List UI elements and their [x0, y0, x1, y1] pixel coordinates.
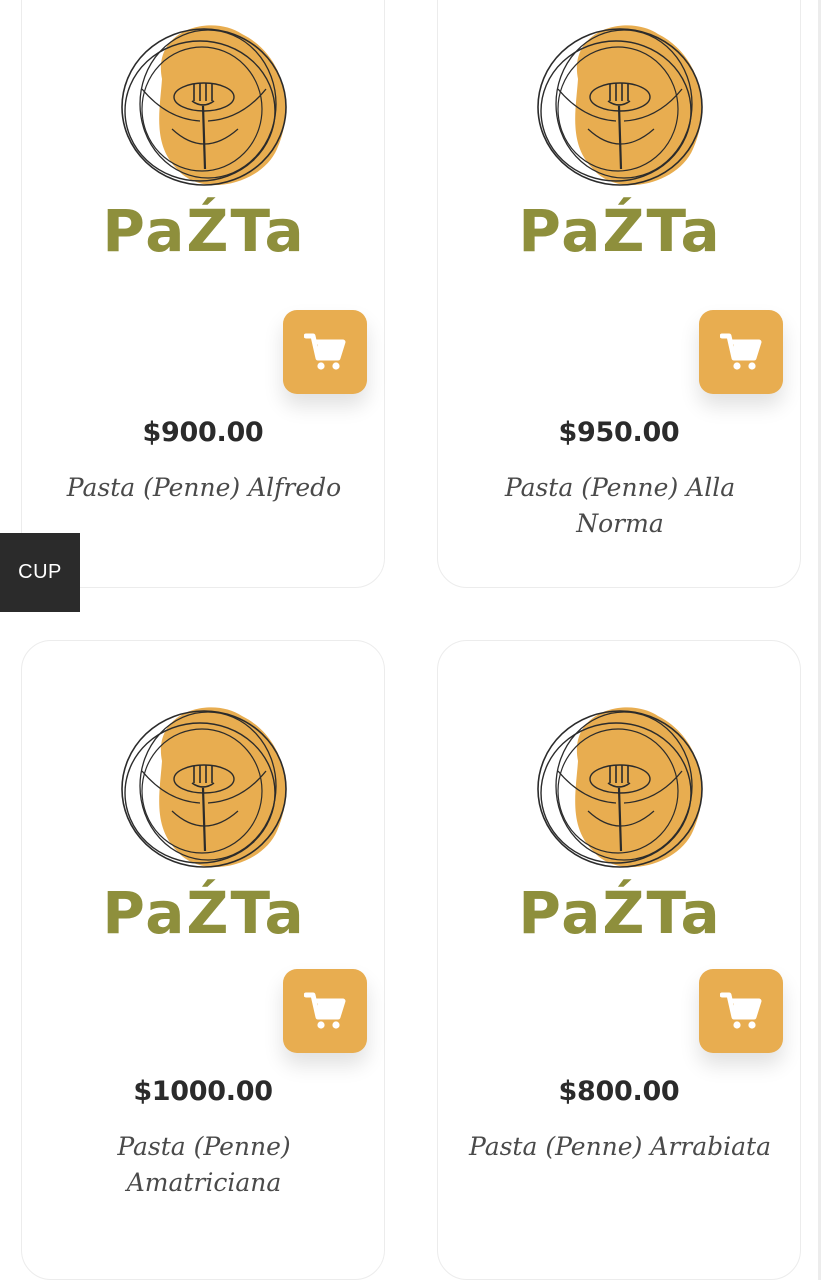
shopping-cart-icon	[720, 333, 762, 370]
product-name[interactable]: Pasta (Penne) Arrabiata	[468, 1129, 772, 1165]
product-name[interactable]: Pasta (Penne) Alfredo	[52, 470, 356, 506]
pazta-logo-image: PaŹTa	[102, 707, 305, 947]
shopping-cart-icon	[720, 992, 762, 1029]
product-price: $800.00	[558, 1076, 680, 1107]
shopping-cart-icon	[304, 992, 346, 1029]
svg-text:PaŹTa: PaŹTa	[518, 196, 721, 265]
add-to-cart-button[interactable]	[699, 310, 783, 394]
product-card[interactable]: PaŹTa $950.00 Pasta (Penne) Alla Norma	[437, 0, 801, 588]
shopping-cart-icon	[304, 333, 346, 370]
cup-floating-tab[interactable]: CUP	[0, 533, 80, 612]
product-price: $950.00	[558, 417, 680, 448]
product-name[interactable]: Pasta (Penne) Alla Norma	[468, 470, 772, 542]
svg-text:PaŹTa: PaŹTa	[102, 196, 305, 265]
product-price: $900.00	[142, 417, 264, 448]
product-name[interactable]: Pasta (Penne) Amatriciana	[52, 1129, 356, 1201]
product-card[interactable]: PaŹTa $800.00 Pasta (Penne) Arrabiata	[437, 640, 801, 1280]
add-to-cart-button[interactable]	[699, 969, 783, 1053]
product-card[interactable]: PaŹTa $900.00 Pasta (Penne) Alfredo	[21, 0, 385, 588]
svg-text:PaŹTa: PaŹTa	[518, 878, 721, 947]
product-price: $1000.00	[133, 1076, 273, 1107]
svg-text:PaŹTa: PaŹTa	[102, 878, 305, 947]
product-grid-page: PaŹTa $900.00 Pasta (Penne) Alfredo PaZ…	[0, 0, 821, 1280]
add-to-cart-button[interactable]	[283, 310, 367, 394]
pazta-logo-image: PaŹTa	[518, 25, 721, 265]
product-card[interactable]: PaŹTa $1000.00 Pasta (Penne) Amatrician…	[21, 640, 385, 1280]
add-to-cart-button[interactable]	[283, 969, 367, 1053]
pazta-logo-image: PaŹTa	[102, 25, 305, 265]
pazta-logo-image: PaŹTa	[518, 707, 721, 947]
